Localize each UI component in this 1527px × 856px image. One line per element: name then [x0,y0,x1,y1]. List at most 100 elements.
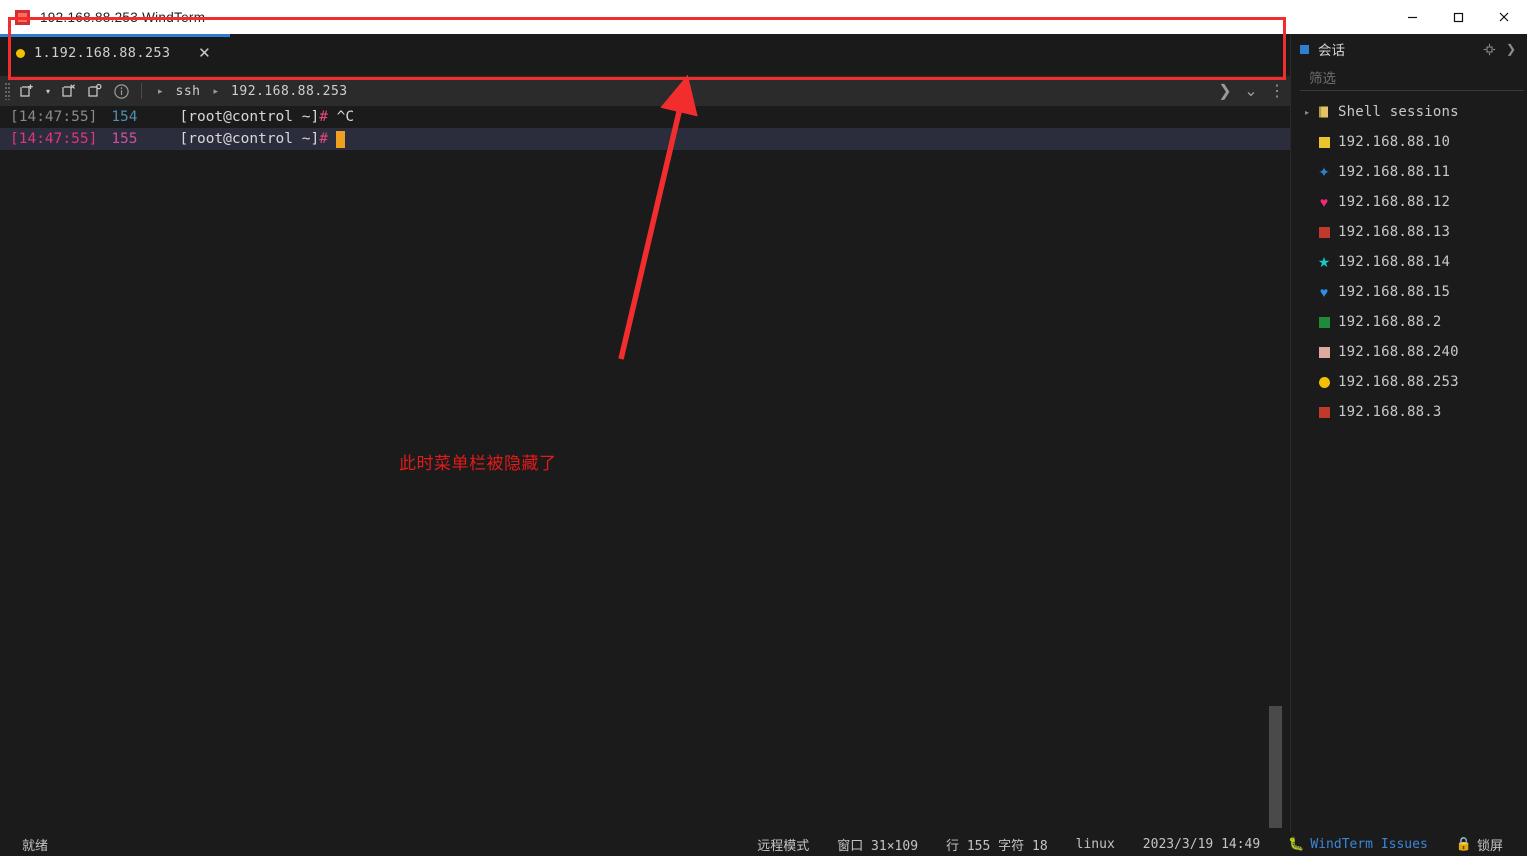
sidebar-item-label: Shell sessions [1334,104,1459,120]
heart-icon: ♥ [1314,285,1334,299]
sidebar-item-label: 192.168.88.253 [1334,374,1459,390]
line-output: ^C [328,106,354,128]
sidebar-item-session[interactable]: ♥192.168.88.12 [1291,187,1527,217]
status-bar-right: 远程模式 窗口 31×109 行 155 字符 18 linux 2023/3/… [743,835,1527,854]
breadcrumb-protocol[interactable]: ssh [172,84,205,99]
annotation-note-text: 此时菜单栏被隐藏了 [399,449,557,474]
sessions-list: ▸Shell sessions192.168.88.10✦192.168.88.… [1291,91,1527,427]
session-toolbar: ▾ ▸ ssh ▸ 192.168.88.253 [0,76,1290,106]
square-icon [1314,317,1334,328]
line-timestamp: [14:47:55] [10,106,97,128]
status-mode[interactable]: 远程模式 [743,835,823,854]
sidebar-filter-placeholder: 筛选 [1309,67,1336,87]
reconnect-session-icon[interactable] [82,76,108,106]
window-title: 192.168.88.253 WindTerm [40,10,205,25]
sidebar-item-label: 192.168.88.240 [1334,344,1459,360]
worm-icon: 🐛 [1288,836,1310,852]
circle-icon [1314,377,1334,388]
sidebar-item-session[interactable]: 192.168.88.10 [1291,127,1527,157]
sidebar-settings-icon[interactable] [1478,37,1500,61]
sidebar-collapse-icon[interactable]: ❯ [1500,37,1522,61]
lock-icon: 🔒 [1456,836,1477,852]
status-issues-link[interactable]: WindTerm Issues [1310,837,1427,852]
line-prompt: [root@control ~] [138,128,320,150]
sidebar-group-shell-sessions[interactable]: ▸ Shell sessions [1291,97,1527,127]
sparkle-icon: ✦ [1314,165,1334,179]
status-datetime: 2023/3/19 14:49 [1129,837,1274,852]
line-timestamp: [14:47:55] [10,128,97,150]
sidebar-item-session[interactable]: ✦192.168.88.11 [1291,157,1527,187]
toolbar-right-actions: ❯ ⌄ ⋮ [1212,76,1290,106]
square-icon [1314,227,1334,238]
sidebar-item-label: 192.168.88.13 [1334,224,1450,240]
sidebar-item-label: 192.168.88.14 [1334,254,1450,270]
toolbar-drag-grip[interactable] [0,76,14,106]
sessions-panel-icon [1300,45,1309,54]
sidebar-filter-input[interactable]: 筛选 [1300,64,1524,91]
sidebar-item-session[interactable]: ★192.168.88.14 [1291,247,1527,277]
close-session-icon[interactable] [56,76,82,106]
expand-chevron-icon[interactable]: ▸ [1300,108,1314,117]
square-icon [1314,137,1334,148]
sessions-sidebar: 会话 ❯ 筛选 ▸Shell sessions192.168.88.10✦192… [1290,34,1527,832]
star-icon: ★ [1314,255,1334,269]
status-ready: 就绪 [0,835,48,854]
windterm-logo-icon [15,10,30,25]
sidebar-item-label: 192.168.88.12 [1334,194,1450,210]
toolbar-divider [141,83,142,99]
terminal-output[interactable]: [14:47:55] 154 [root@control ~] # ^C [14… [0,106,1290,832]
line-prompt-hash: # [319,106,328,128]
toolbar-overflow-icon[interactable]: ⋮ [1264,76,1290,106]
minimize-button[interactable] [1389,0,1435,34]
status-window-size: 窗口 31×109 [823,835,932,854]
tab-close-icon[interactable]: ✕ [196,46,212,61]
sidebar-header: 会话 ❯ [1291,34,1527,64]
terminal-line-current: [14:47:55] 155 [root@control ~] # [0,128,1290,150]
run-command-icon[interactable]: ❯ [1212,76,1238,106]
sidebar-title: 会话 [1318,39,1345,59]
folder-icon [1314,105,1334,119]
breadcrumb-host[interactable]: 192.168.88.253 [227,84,352,99]
status-lock[interactable]: 🔒 锁屏 [1442,835,1517,854]
breadcrumb-sep-2: ▸ [205,86,228,97]
window-titlebar: 192.168.88.253 WindTerm [0,0,1527,34]
square-icon [1314,347,1334,358]
square-icon [1314,407,1334,418]
sidebar-item-label: 192.168.88.11 [1334,164,1450,180]
status-cursor-position: 行 155 字符 18 [932,835,1062,854]
status-lock-label: 锁屏 [1477,835,1503,854]
line-prompt-hash: # [319,128,328,150]
sidebar-item-session[interactable]: 192.168.88.253 [1291,367,1527,397]
sidebar-item-label: 192.168.88.10 [1334,134,1450,150]
tab-label: 1.192.168.88.253 [34,45,170,61]
new-session-icon[interactable] [14,76,40,106]
maximize-button[interactable] [1435,0,1481,34]
tab-session-1[interactable]: 1.192.168.88.253 ✕ [0,34,230,72]
line-number: 155 [97,128,137,150]
sidebar-item-session[interactable]: 192.168.88.3 [1291,397,1527,427]
status-bar: 就绪 远程模式 窗口 31×109 行 155 字符 18 linux 2023… [0,832,1527,856]
terminal-line: [14:47:55] 154 [root@control ~] # ^C [0,106,1290,128]
sidebar-item-session[interactable]: 192.168.88.13 [1291,217,1527,247]
line-prompt: [root@control ~] [138,106,320,128]
sidebar-item-label: 192.168.88.2 [1334,314,1442,330]
terminal-scrollbar-thumb[interactable] [1269,706,1282,828]
sidebar-item-session[interactable]: 192.168.88.2 [1291,307,1527,337]
tab-status-dot-icon [16,49,25,58]
sidebar-item-label: 192.168.88.3 [1334,404,1442,420]
status-issues[interactable]: 🐛 WindTerm Issues [1274,836,1442,852]
block-cursor [336,131,345,148]
breadcrumb-dropdown-icon[interactable]: ⌄ [1238,76,1264,106]
sidebar-item-session[interactable]: 192.168.88.240 [1291,337,1527,367]
windterm-window: 192.168.88.253 WindTerm 1.192.168.88.253… [0,0,1527,856]
sidebar-item-session[interactable]: ♥192.168.88.15 [1291,277,1527,307]
heart-icon: ♥ [1314,195,1334,209]
sidebar-item-label: 192.168.88.15 [1334,284,1450,300]
session-info-icon[interactable] [108,76,134,106]
breadcrumb-sep-1: ▸ [149,86,172,97]
line-number: 154 [97,106,137,128]
window-controls [1389,0,1527,34]
status-os: linux [1062,837,1129,852]
close-button[interactable] [1481,0,1527,34]
new-session-dropdown-icon[interactable]: ▾ [40,76,56,106]
